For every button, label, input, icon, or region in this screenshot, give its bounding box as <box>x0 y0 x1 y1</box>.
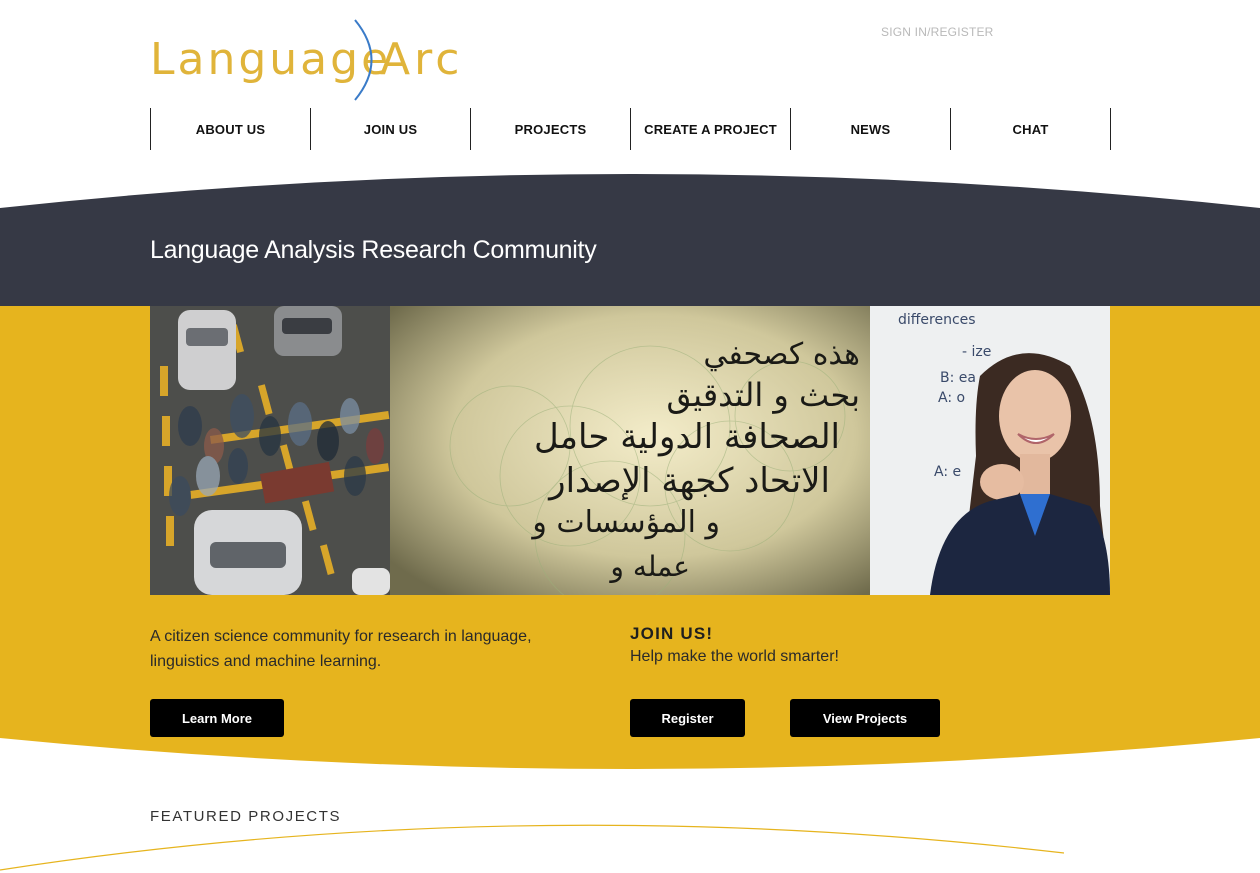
register-button[interactable]: Register <box>630 699 745 737</box>
view-projects-button[interactable]: View Projects <box>790 699 940 737</box>
logo-text-arc: Arc <box>380 34 464 85</box>
arabic-line-3: الصحافة الدولية حامل <box>534 417 840 457</box>
teacher-photo: differences - ize B: ea A: o A: e <box>870 306 1110 595</box>
nav-create-a-project[interactable]: CREATE A PROJECT <box>630 108 790 150</box>
nav-chat[interactable]: CHAT <box>950 108 1110 150</box>
arabic-line-5: و المؤسسات و <box>530 505 720 540</box>
join-us-heading: JOIN US! <box>630 624 714 643</box>
logo-arc-icon <box>354 19 373 101</box>
whiteboard-text-4: A: o <box>938 390 965 406</box>
arabic-line-4: الاتحاد كجهة الإصدار <box>547 461 830 501</box>
arabic-text-photo: هذه كصحفي بحث و التدقيق الصحافة الدولية … <box>390 306 870 595</box>
site-logo[interactable]: Language Arc <box>150 18 460 102</box>
street-crossing-photo <box>150 306 390 595</box>
main-nav: ABOUT US JOIN US PROJECTS CREATE A PROJE… <box>150 108 1111 150</box>
whiteboard-text-2: - ize <box>962 344 991 360</box>
whiteboard-text-1: differences <box>898 312 976 328</box>
nav-projects[interactable]: PROJECTS <box>470 108 630 150</box>
nav-about-us[interactable]: ABOUT US <box>150 108 310 150</box>
whiteboard-text-5: A: e <box>934 464 961 480</box>
hero-photo-strip: هذه كصحفي بحث و التدقيق الصحافة الدولية … <box>150 306 1110 595</box>
arabic-line-2: بحث و التدقيق <box>666 376 860 414</box>
whiteboard-text-3: B: ea <box>940 370 976 386</box>
hero-title: Language Analysis Research Community <box>150 236 597 264</box>
featured-projects-heading: FEATURED PROJECTS <box>150 808 342 825</box>
arabic-line-1: هذه كصحفي <box>703 337 860 372</box>
nav-news[interactable]: NEWS <box>790 108 950 150</box>
hero-tagline: A citizen science community for research… <box>150 628 532 670</box>
learn-more-button[interactable]: Learn More <box>150 699 284 737</box>
nav-join-us[interactable]: JOIN US <box>310 108 470 150</box>
arabic-line-6: عمله و <box>608 550 690 583</box>
join-us-subtitle: Help make the world smarter! <box>630 648 839 665</box>
sign-in-register-link[interactable]: SIGN IN/REGISTER <box>881 25 994 39</box>
